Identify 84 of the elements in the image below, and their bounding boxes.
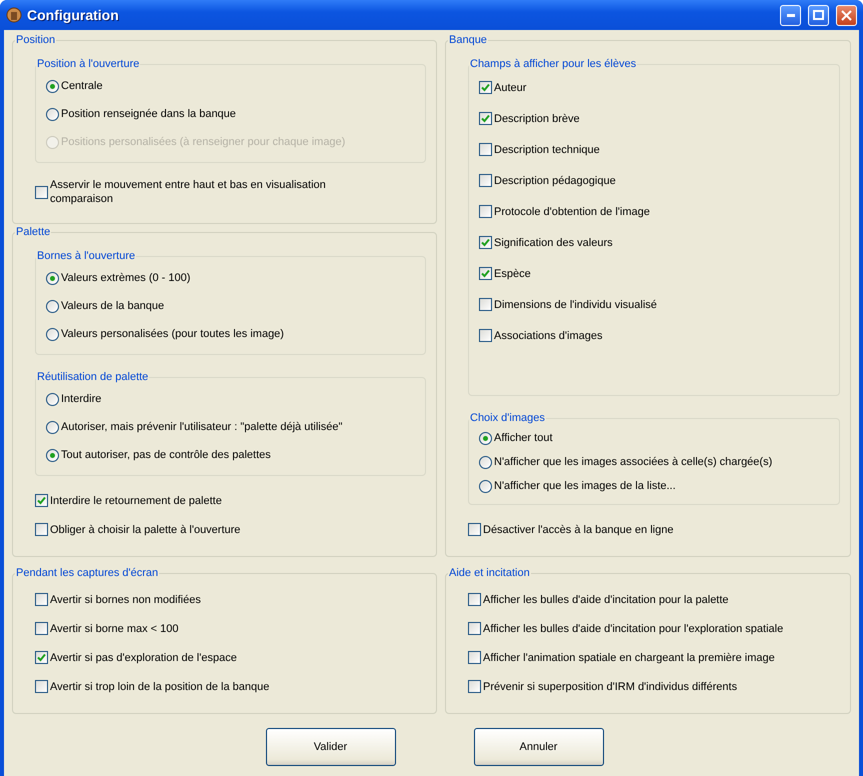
radio-label: Valeurs personalisées (pour toutes les image) <box>61 327 284 341</box>
checkbox[interactable] <box>479 267 492 280</box>
checkbox-label: Description pédagogique <box>494 174 616 188</box>
checkbox-label: Interdire le retournement de palette <box>50 494 222 508</box>
radio-button[interactable] <box>46 80 59 92</box>
radio-label: Autoriser, mais prévenir l'utilisateur : "palette déjà utilisée" <box>61 420 342 434</box>
group-title: Choix d'images <box>469 412 546 424</box>
group-title: Position à l'ouverture <box>36 58 140 70</box>
checkbox[interactable] <box>35 622 48 635</box>
checkbox[interactable] <box>468 523 481 536</box>
radio-button[interactable] <box>46 328 59 340</box>
checkbox-label: Afficher les bulles d'aide d'incitation pour l'exploration spatiale <box>483 622 784 636</box>
radio-label: N'afficher que les images de la liste... <box>494 479 676 493</box>
radio-button[interactable] <box>479 432 492 444</box>
radio-label: Valeurs extrèmes (0 - 100) <box>61 271 190 285</box>
checkbox-label: Espèce <box>494 266 531 280</box>
radio-button[interactable] <box>46 300 59 312</box>
checkbox[interactable] <box>479 329 492 342</box>
checkbox-label: Avertir si pas d'exploration de l'espace <box>50 650 237 664</box>
checkbox-label: Désactiver l'accès à la banque en ligne <box>483 522 674 536</box>
checkbox[interactable] <box>479 298 492 311</box>
checkbox[interactable] <box>468 622 481 635</box>
radio-button[interactable] <box>46 108 59 120</box>
group-title: Banque <box>448 34 488 46</box>
maximize-icon <box>813 10 824 20</box>
checkbox[interactable] <box>35 523 48 536</box>
checkbox-label: Description technique <box>494 142 600 156</box>
radio-label: Centrale <box>61 79 103 93</box>
checkbox-label: Protocole d'obtention de l'image <box>494 204 650 218</box>
radio-label: Valeurs de la banque <box>61 299 164 313</box>
radio-button[interactable] <box>46 448 59 462</box>
checkbox[interactable] <box>35 494 48 507</box>
checkbox[interactable] <box>479 205 492 218</box>
checkbox-label: Obliger à choisir la palette à l'ouverture <box>50 522 240 536</box>
minimize-icon <box>786 14 794 16</box>
checkbox-label: Prévenir si superposition d'IRM d'individus différents <box>483 680 738 694</box>
checkbox[interactable] <box>35 651 48 664</box>
radio-label: Tout autoriser, pas de contrôle des palettes <box>61 448 271 462</box>
checkbox[interactable] <box>468 651 481 664</box>
checkbox[interactable] <box>468 680 481 693</box>
radio-label: Afficher tout <box>494 431 552 445</box>
checkbox[interactable] <box>479 81 492 94</box>
checkbox-label: Afficher l'animation spatiale en chargeant la première image <box>483 650 775 664</box>
checkbox-label: Dimensions de l'individu visualisé <box>494 298 657 312</box>
checkbox[interactable] <box>35 593 48 606</box>
checkbox[interactable] <box>479 236 492 249</box>
group-title: Réutilisation de palette <box>36 371 150 383</box>
radio-label: Position renseignée dans la banque <box>61 107 236 121</box>
checkbox[interactable] <box>479 112 492 125</box>
minimize-button[interactable] <box>780 4 801 26</box>
group-title: Aide et incitation <box>448 567 531 579</box>
radio-button[interactable] <box>46 272 59 284</box>
close-button[interactable] <box>836 4 857 26</box>
checkbox[interactable] <box>35 680 48 693</box>
checkbox-label: Afficher les bulles d'aide d'incitation pour la palette <box>483 592 729 606</box>
window-title: Configuration <box>27 7 120 23</box>
checkbox-label: Signification des valeurs <box>494 236 613 250</box>
checkbox[interactable] <box>35 186 48 198</box>
checkbox-label: Avertir si bornes non modifiées <box>50 592 201 606</box>
checkbox[interactable] <box>479 143 492 156</box>
checkbox[interactable] <box>479 174 492 187</box>
checkbox-label: Description brève <box>494 112 580 126</box>
checkbox-label: Associations d'images <box>494 328 602 342</box>
group-title: Champs à afficher pour les élèves <box>469 58 638 70</box>
group-title: Palette <box>15 226 52 238</box>
checkbox-label: Asservir le mouvement entre haut et bas en visualisation comparaison <box>50 178 327 206</box>
radio-button[interactable] <box>479 480 492 492</box>
dialog-button[interactable]: Valider <box>266 728 396 766</box>
dialog-button[interactable]: Annuler <box>474 728 604 766</box>
checkbox-label: Avertir si trop loin de la position de la banque <box>50 680 270 694</box>
radio-button[interactable] <box>479 456 492 468</box>
group-title: Position <box>15 34 56 46</box>
radio-label: Interdire <box>61 392 102 406</box>
checkbox-label: Auteur <box>494 80 526 94</box>
group-title: Pendant les captures d'écran <box>15 567 160 579</box>
checkbox[interactable] <box>468 593 481 606</box>
close-icon <box>841 10 852 20</box>
app-icon <box>6 7 22 23</box>
checkbox-label: Avertir si borne max < 100 <box>50 622 178 636</box>
maximize-button[interactable] <box>808 4 829 26</box>
radio-label: N'afficher que les images associées à celle(s) chargée(s) <box>494 455 772 469</box>
radio-button[interactable] <box>46 420 59 434</box>
radio-button[interactable] <box>46 392 59 406</box>
group-title: Bornes à l'ouverture <box>36 250 136 262</box>
